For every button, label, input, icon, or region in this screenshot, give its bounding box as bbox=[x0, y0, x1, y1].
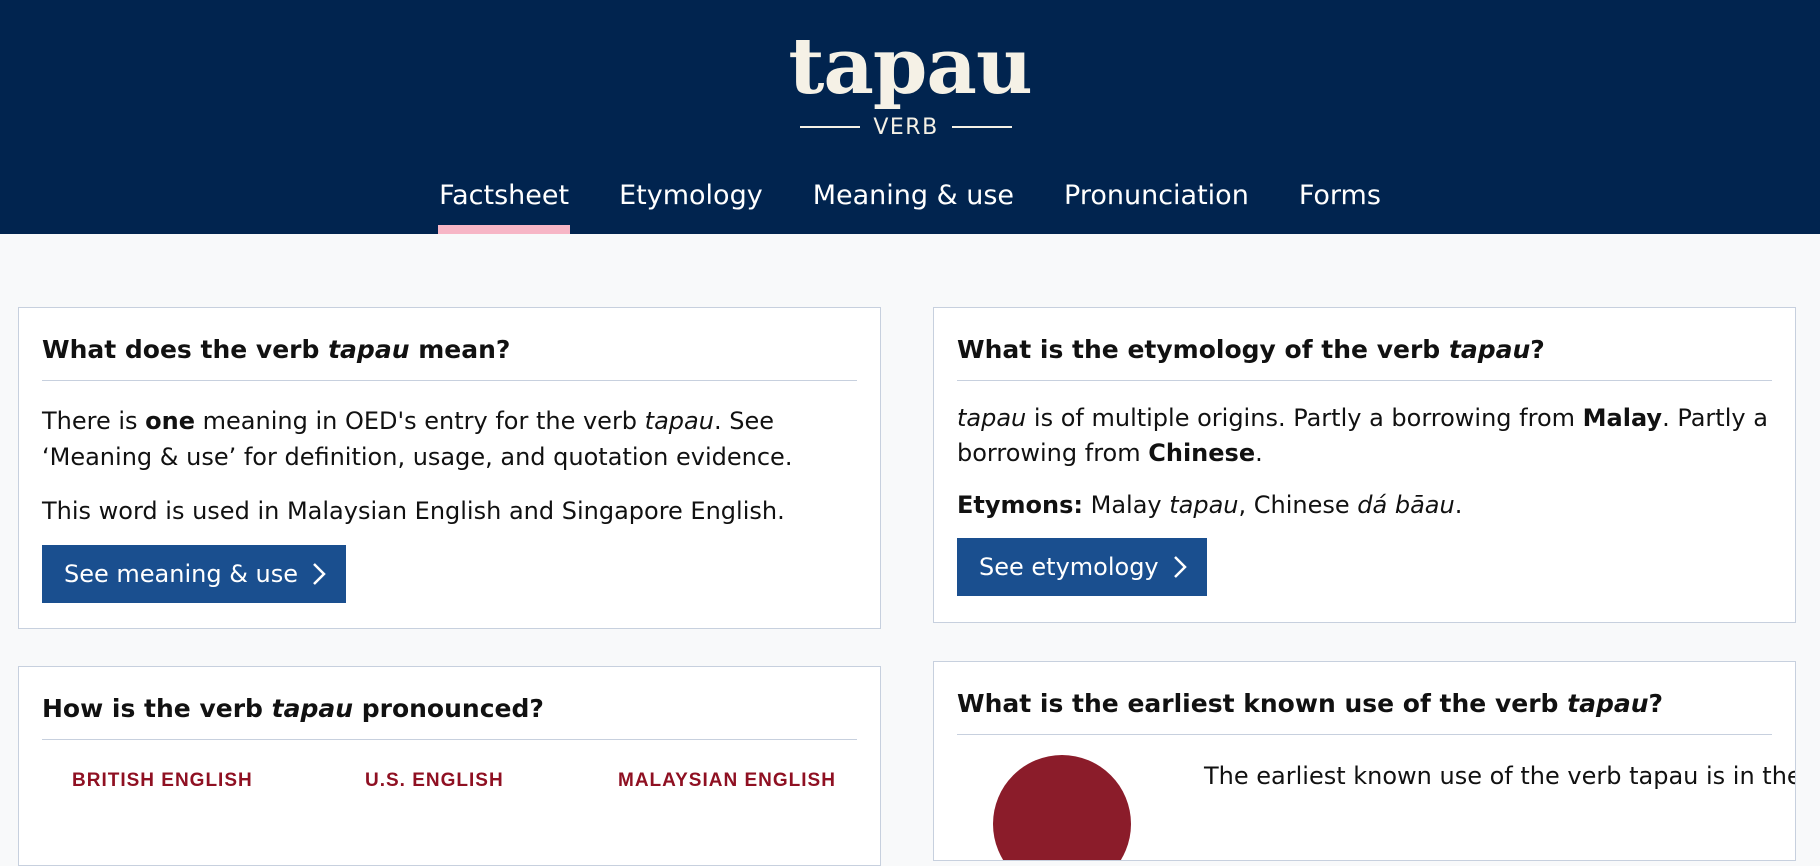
pron-malaysian-heading: MALAYSIAN ENGLISH bbox=[618, 770, 836, 791]
pron-british-heading: BRITISH ENGLISH bbox=[72, 770, 253, 791]
meaning-card: What does the verb tapau mean? There is … bbox=[18, 307, 881, 629]
pron-us-heading: U.S. ENGLISH bbox=[365, 770, 504, 791]
tab-pronunciation[interactable]: Pronunciation bbox=[1063, 172, 1250, 234]
see-etymology-button[interactable]: See etymology bbox=[957, 538, 1207, 596]
see-meaning-button[interactable]: See meaning & use bbox=[42, 545, 347, 603]
part-of-speech: VERB bbox=[800, 113, 1012, 141]
part-of-speech-label: VERB bbox=[873, 114, 939, 140]
etymology-card: What is the etymology of the verb tapau?… bbox=[933, 307, 1796, 623]
earliest-use-text: The earliest known use of the verb tapau… bbox=[1204, 762, 1796, 790]
entry-header: tapau VERB Factsheet Etymology Meaning &… bbox=[0, 0, 1820, 234]
tab-forms[interactable]: Forms bbox=[1298, 172, 1382, 234]
pronunciation-card: How is the verb tapau pronounced? BRITIS… bbox=[18, 666, 881, 866]
chevron-right-icon bbox=[1173, 556, 1187, 578]
pronunciation-card-title: How is the verb tapau pronounced? bbox=[42, 691, 857, 740]
chevron-right-icon bbox=[313, 563, 326, 585]
headword: tapau bbox=[788, 21, 1032, 112]
earliest-use-card: What is the earliest known use of the ve… bbox=[933, 661, 1796, 861]
tab-meaning-and-use[interactable]: Meaning & use bbox=[812, 172, 1015, 234]
etymology-summary: tapau is of multiple origins. Partly a b… bbox=[957, 404, 1768, 467]
divider bbox=[800, 126, 861, 128]
entry-tabs: Factsheet Etymology Meaning & use Pronun… bbox=[0, 172, 1820, 234]
divider bbox=[951, 126, 1012, 128]
earliest-use-badge bbox=[993, 755, 1131, 860]
usage-region-note: This word is used in Malaysian English a… bbox=[42, 497, 785, 525]
earliest-use-card-title: What is the earliest known use of the ve… bbox=[957, 686, 1772, 735]
tab-factsheet[interactable]: Factsheet bbox=[438, 172, 571, 234]
pronunciation-columns: BRITISH ENGLISH U.S. ENGLISH MALAYSIAN E… bbox=[42, 770, 857, 792]
tab-etymology[interactable]: Etymology bbox=[618, 172, 764, 234]
meaning-summary: There is one meaning in OED's entry for … bbox=[42, 407, 793, 471]
etymology-card-title: What is the etymology of the verb tapau? bbox=[957, 332, 1772, 381]
meaning-card-title: What does the verb tapau mean? bbox=[42, 332, 857, 381]
etymons-line: Etymons: Malay tapau, Chinese dá bāau. bbox=[957, 491, 1463, 519]
